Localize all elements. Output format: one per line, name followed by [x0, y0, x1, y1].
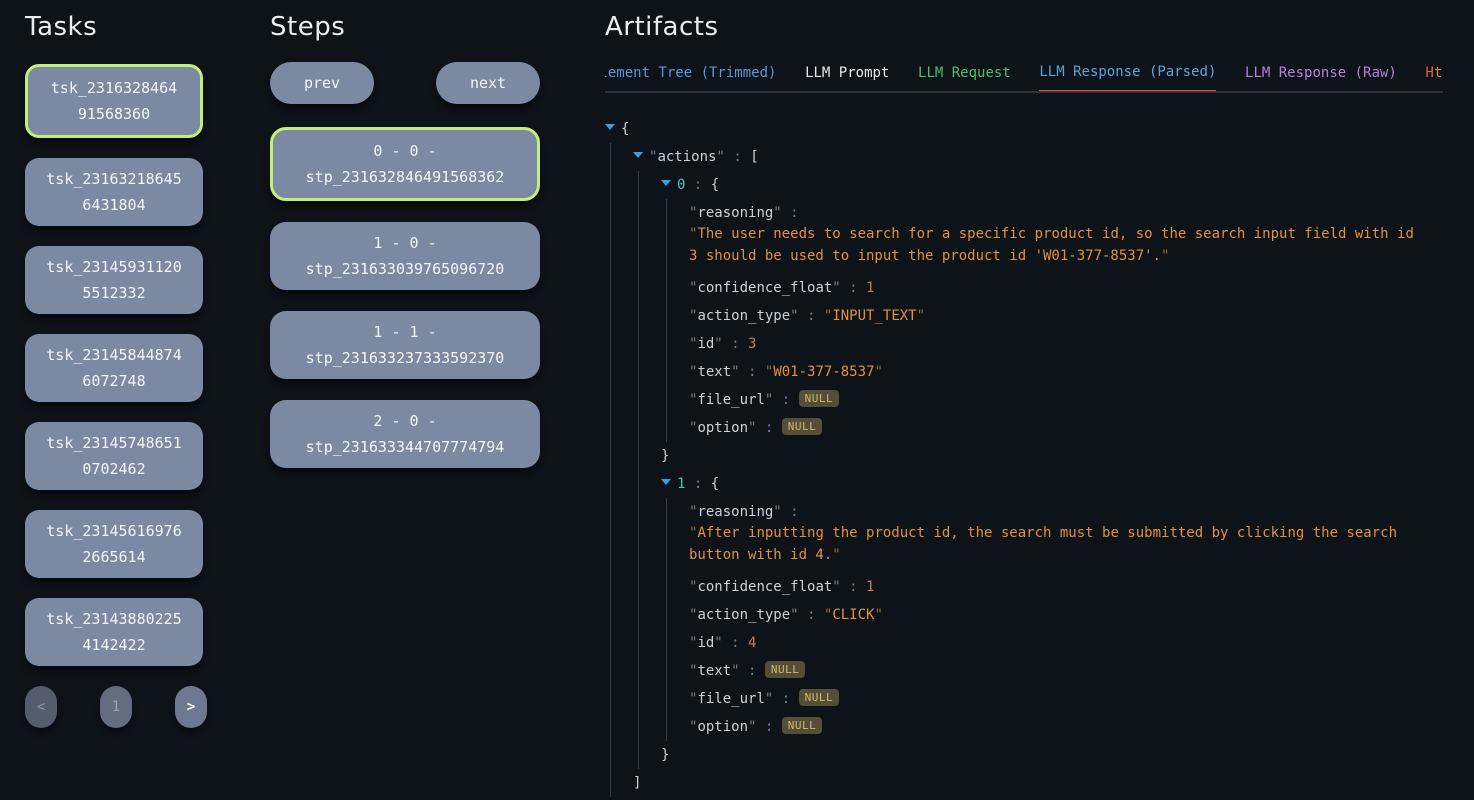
- tasks-pagination: < 1 >: [25, 686, 207, 728]
- json-kv-action-type: action_typeCLICK: [689, 601, 1445, 629]
- json-value-reasoning: The user needs to search for a specific …: [689, 223, 1429, 267]
- null-badge: NULL: [782, 717, 823, 734]
- json-kv-id: id3: [689, 330, 1445, 358]
- json-root-open: {: [605, 115, 1445, 143]
- json-level-1: actions[ 0{ reasoning The user needs to …: [610, 143, 1445, 797]
- tab-llm-response-parsed[interactable]: LLM Response (Parsed): [1039, 56, 1216, 93]
- null-badge: NULL: [782, 418, 823, 435]
- json-action-0-close: }: [661, 442, 1445, 470]
- json-tree-view: { actions[ 0{ reasoning The user needs t…: [605, 115, 1445, 800]
- json-kv-confidence: confidence_float1: [689, 573, 1445, 601]
- collapse-toggle-icon[interactable]: [661, 479, 671, 485]
- pagination-next-button[interactable]: >: [175, 686, 207, 728]
- prev-step-button[interactable]: prev: [270, 62, 374, 104]
- json-action-0-open: 0{: [661, 171, 1445, 199]
- task-item[interactable]: tsk_231456169762665614: [25, 510, 203, 578]
- task-item[interactable]: tsk_231457486510702462: [25, 422, 203, 490]
- task-item[interactable]: tsk_231632846491568360: [25, 64, 203, 138]
- collapse-toggle-icon[interactable]: [605, 124, 615, 130]
- json-kv-action-type: action_typeINPUT_TEXT: [689, 302, 1445, 330]
- tab-llm-request[interactable]: LLM Request: [918, 57, 1011, 91]
- pagination-prev-button[interactable]: <: [25, 686, 57, 728]
- next-step-button[interactable]: next: [436, 62, 540, 104]
- json-kv-id: id4: [689, 629, 1445, 657]
- json-actions-row: actions[: [633, 143, 1445, 171]
- collapse-toggle-icon[interactable]: [633, 152, 643, 158]
- step-item-line1: 2 - 0 -: [373, 408, 436, 434]
- json-level-3: reasoning The user needs to search for a…: [666, 199, 1445, 442]
- tab-llm-response-raw[interactable]: LLM Response (Raw): [1245, 57, 1397, 91]
- step-item[interactable]: 0 - 0 - stp_231632846491568362: [270, 127, 540, 201]
- step-item-line2: stp_231632846491568362: [306, 164, 505, 190]
- collapse-toggle-icon[interactable]: [661, 180, 671, 186]
- task-item[interactable]: tsk_231438802254142422: [25, 598, 203, 666]
- steps-title: Steps: [270, 12, 540, 42]
- json-array-close: ]: [633, 769, 1445, 797]
- step-item-line1: 1 - 1 -: [373, 319, 436, 345]
- steps-panel: Steps prev next 0 - 0 - stp_231632846491…: [270, 12, 540, 489]
- json-kv-option: optionNULL: [689, 414, 1445, 442]
- json-kv-text: textW01-377-8537: [689, 358, 1445, 386]
- task-item[interactable]: tsk_231458448746072748: [25, 334, 203, 402]
- json-level-2: 0{ reasoning The user needs to search fo…: [638, 171, 1445, 769]
- task-item[interactable]: tsk_231632186456431804: [25, 158, 203, 226]
- tab-llm-prompt[interactable]: LLM Prompt: [805, 57, 889, 91]
- tab-html-raw[interactable]: Html (Raw): [1425, 57, 1443, 91]
- step-item-line1: 0 - 0 -: [373, 138, 436, 164]
- null-badge: NULL: [799, 390, 840, 407]
- json-kv-option: optionNULL: [689, 713, 1445, 741]
- step-nav: prev next: [270, 62, 540, 104]
- task-item[interactable]: tsk_231459311205512332: [25, 246, 203, 314]
- json-action-1-close: }: [661, 741, 1445, 769]
- json-kv-text: textNULL: [689, 657, 1445, 685]
- step-item[interactable]: 2 - 0 - stp_231633344707774794: [270, 400, 540, 468]
- tasks-panel: Tasks tsk_231632846491568360 tsk_2316321…: [25, 12, 203, 728]
- step-item-line2: stp_231633344707774794: [306, 434, 505, 460]
- json-kv-file-url: file_urlNULL: [689, 685, 1445, 713]
- artifacts-title: Artifacts: [605, 12, 1445, 42]
- step-item[interactable]: 1 - 1 - stp_231633237333592370: [270, 311, 540, 379]
- json-action-1-open: 1{: [661, 470, 1445, 498]
- step-item-line1: 1 - 0 -: [373, 230, 436, 256]
- step-item-line2: stp_231633039765096720: [306, 256, 505, 282]
- step-item-line2: stp_231633237333592370: [306, 345, 505, 371]
- json-value-reasoning: After inputting the product id, the sear…: [689, 522, 1429, 566]
- json-level-3: reasoning After inputting the product id…: [666, 498, 1445, 741]
- null-badge: NULL: [765, 661, 806, 678]
- null-badge: NULL: [799, 689, 840, 706]
- json-kv-file-url: file_urlNULL: [689, 386, 1445, 414]
- artifacts-tabbar: Element Tree (Trimmed) LLM Prompt LLM Re…: [605, 56, 1443, 93]
- tasks-title: Tasks: [25, 12, 203, 42]
- json-kv-confidence: confidence_float1: [689, 274, 1445, 302]
- artifacts-panel: Artifacts Element Tree (Trimmed) LLM Pro…: [605, 12, 1445, 800]
- tab-element-tree-trimmed[interactable]: Element Tree (Trimmed): [605, 57, 776, 91]
- pagination-page-button[interactable]: 1: [100, 686, 132, 728]
- step-item[interactable]: 1 - 0 - stp_231633039765096720: [270, 222, 540, 290]
